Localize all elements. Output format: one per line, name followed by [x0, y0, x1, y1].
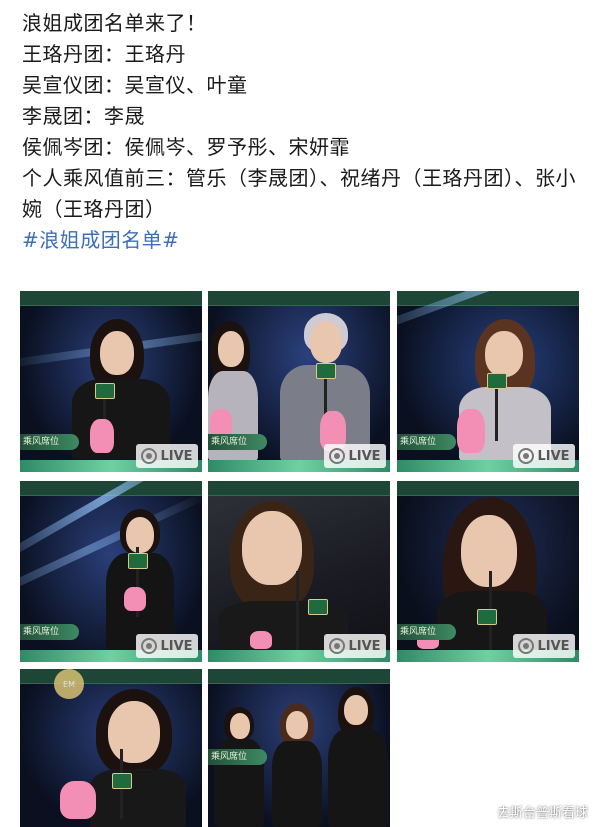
live-badge[interactable]: LIVE	[324, 634, 386, 658]
live-label: LIVE	[537, 448, 570, 464]
live-icon	[329, 448, 346, 464]
photo-thumbnail-4[interactable]: 乘风席位 LIVE	[20, 481, 202, 662]
photo-thumbnail-1[interactable]: 乘风席位 LIVE	[20, 291, 202, 472]
watermark: 去斯台普斯看球	[479, 802, 588, 821]
banner-label: 乘风席位	[20, 624, 79, 640]
live-badge[interactable]: LIVE	[513, 634, 575, 658]
live-icon	[329, 638, 346, 654]
live-badge[interactable]: LIVE	[324, 444, 386, 468]
photo-thumbnail-7[interactable]: EM	[20, 669, 202, 827]
live-icon	[518, 638, 535, 654]
photo-thumbnail-5[interactable]: LIVE	[208, 481, 390, 662]
live-icon	[518, 448, 535, 464]
badge-icon: EM	[54, 669, 84, 699]
watermark-icon	[479, 804, 494, 819]
photo-thumbnail-2[interactable]: 乘风席位 LIVE	[208, 291, 390, 472]
live-badge[interactable]: LIVE	[136, 444, 198, 468]
live-label: LIVE	[348, 638, 381, 654]
live-badge[interactable]: LIVE	[513, 444, 575, 468]
banner-label: 乘风席位	[208, 434, 267, 450]
banner-label: 乘风席位	[397, 434, 456, 450]
live-icon	[141, 448, 158, 464]
banner-label: 乘风席位	[20, 434, 79, 450]
photo-thumbnail-3[interactable]: 乘风席位 LIVE	[397, 291, 579, 472]
live-label: LIVE	[160, 448, 193, 464]
watermark-text: 去斯台普斯看球	[496, 806, 588, 821]
banner-label: 乘风席位	[208, 749, 267, 765]
photo-grid: 乘风席位 LIVE 乘风席位 LIVE 乘风席位 LIVE 乘风席位 LIVE …	[0, 0, 600, 827]
live-badge[interactable]: LIVE	[136, 634, 198, 658]
live-icon	[141, 638, 158, 654]
banner-label: 乘风席位	[397, 624, 456, 640]
live-label: LIVE	[160, 638, 193, 654]
photo-thumbnail-6[interactable]: 乘风席位 LIVE	[397, 481, 579, 662]
live-label: LIVE	[348, 448, 381, 464]
live-label: LIVE	[537, 638, 570, 654]
photo-thumbnail-8[interactable]: 乘风席位	[208, 669, 390, 827]
